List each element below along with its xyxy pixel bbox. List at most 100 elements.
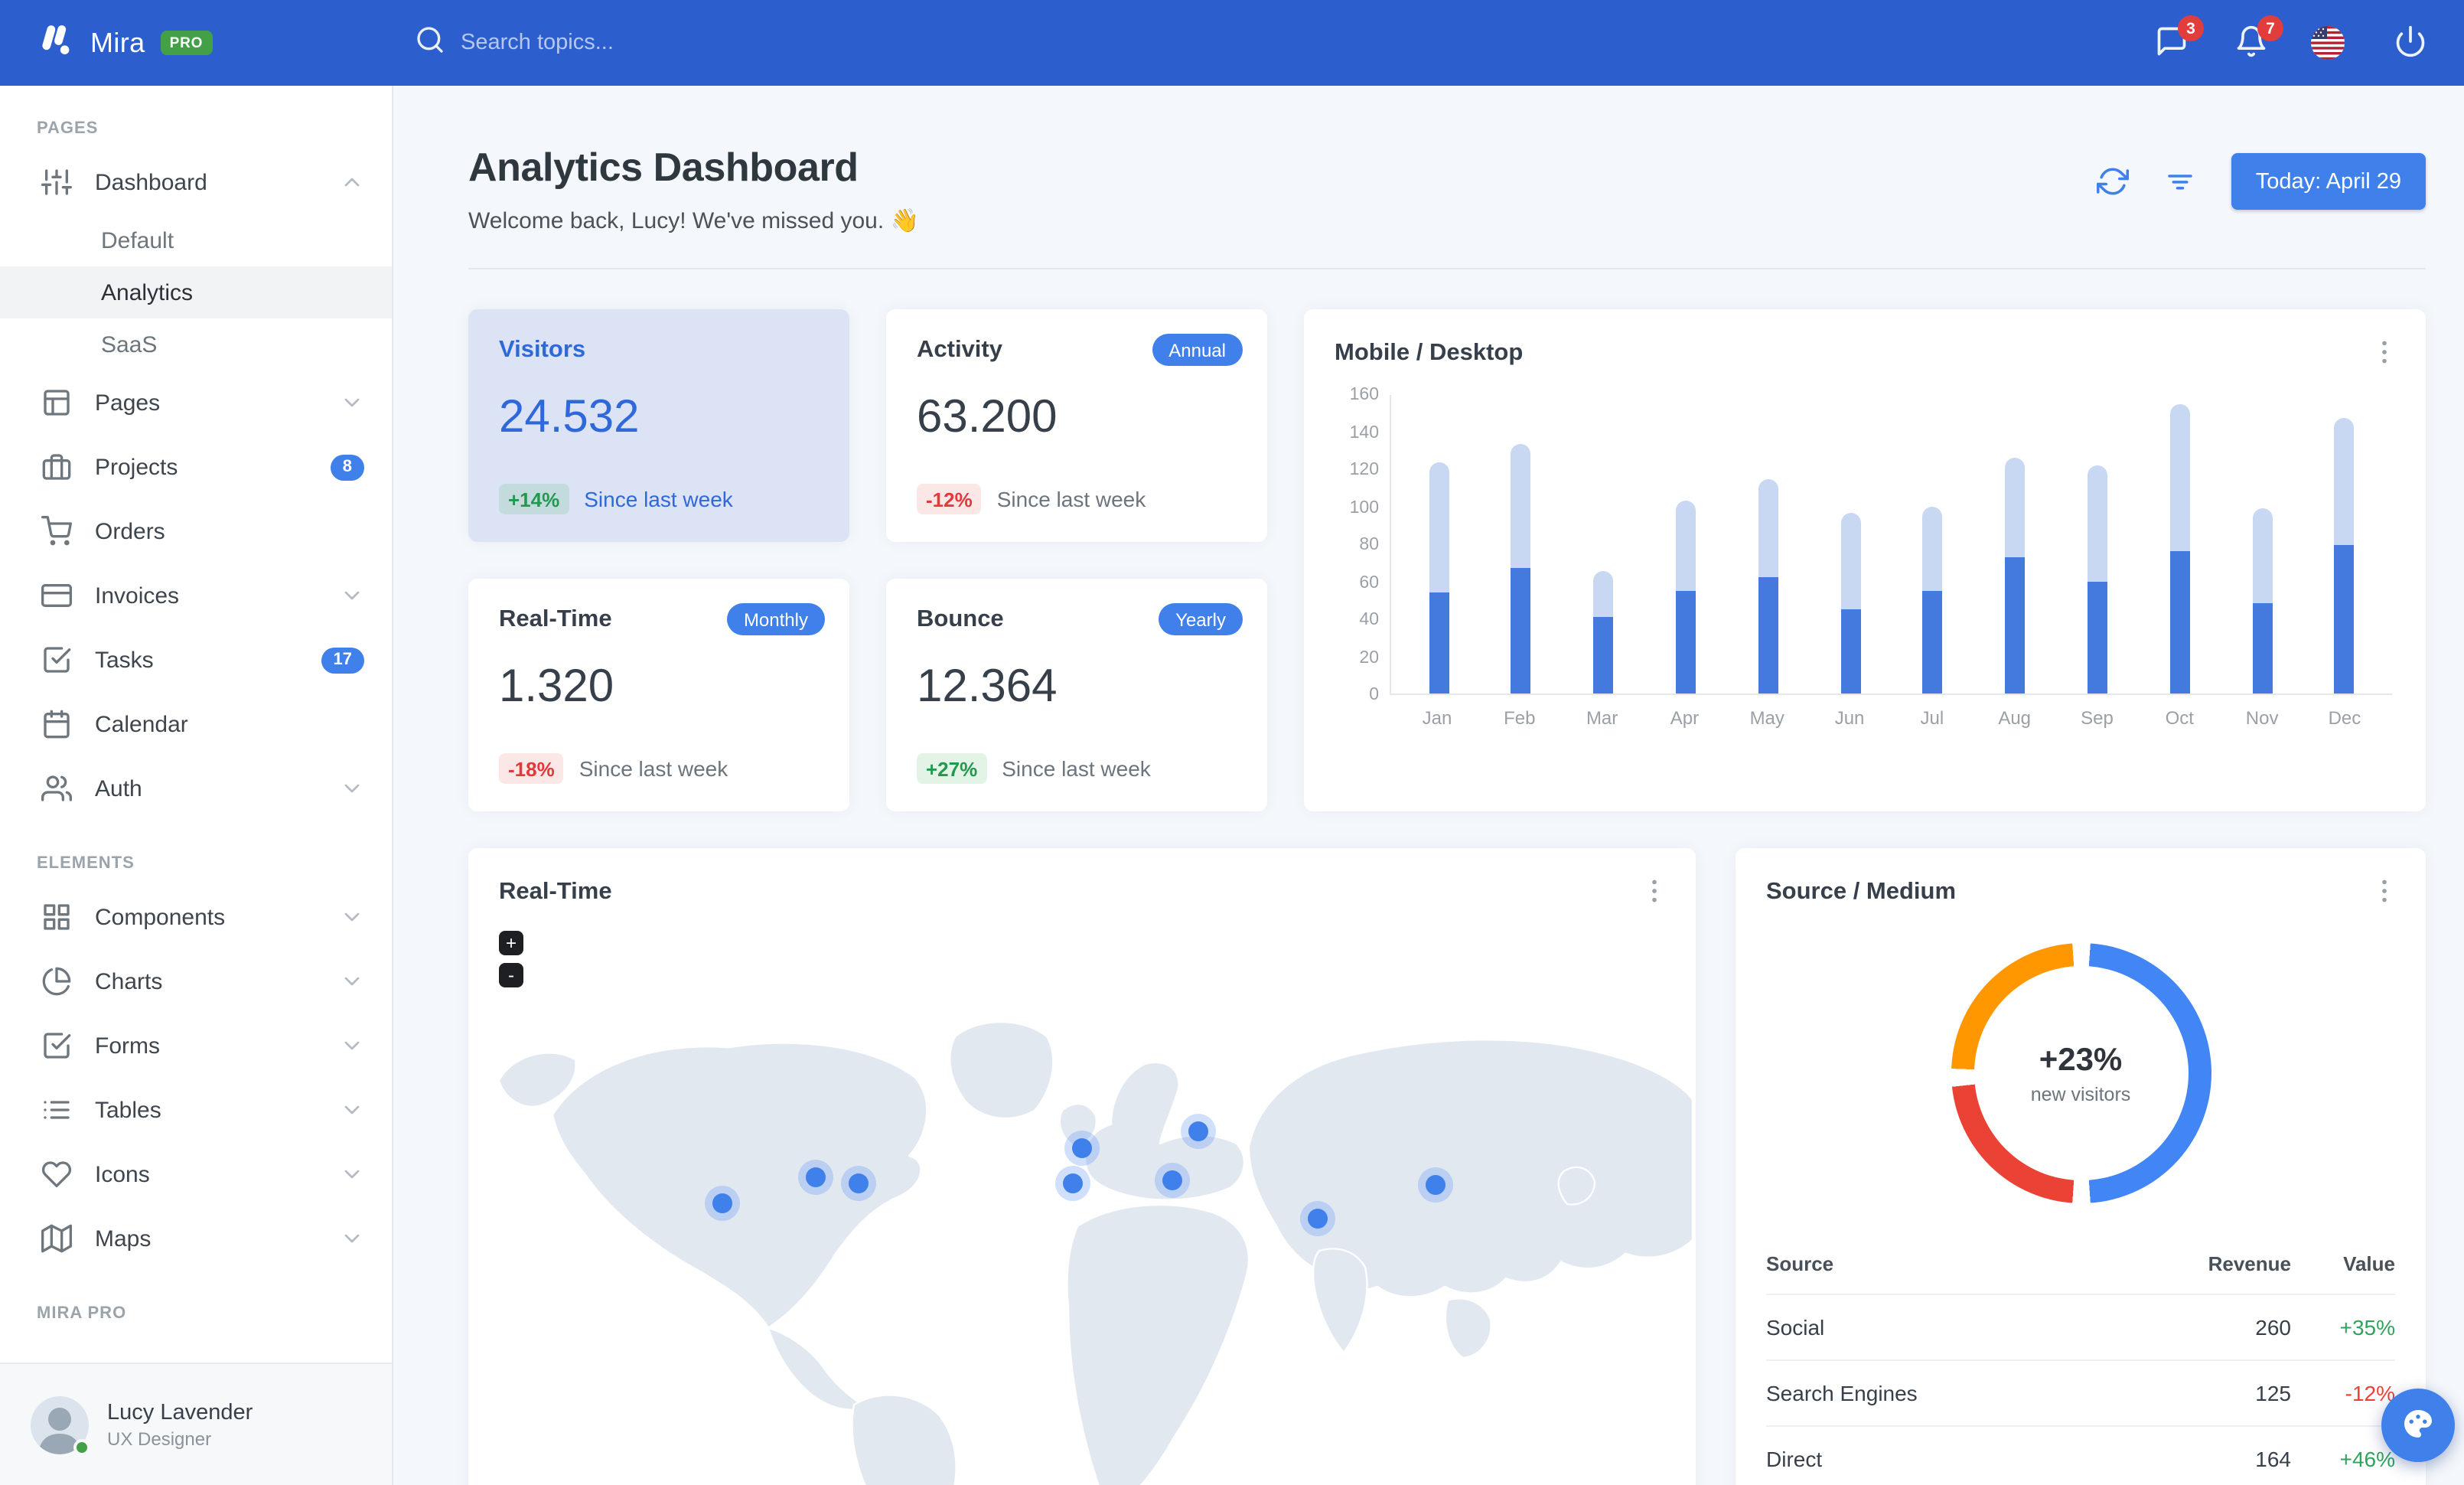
change-chip: -12% bbox=[917, 484, 982, 514]
brand-name: Mira bbox=[90, 27, 145, 57]
change-chip: +27% bbox=[917, 753, 987, 784]
map-icon bbox=[41, 1223, 73, 1254]
map-zoom-out-button[interactable]: - bbox=[499, 963, 523, 987]
map-marker[interactable] bbox=[1425, 1175, 1445, 1196]
map-marker[interactable] bbox=[1188, 1121, 1209, 1141]
sidebar-item-saas[interactable]: SaaS bbox=[0, 318, 392, 370]
theme-settings-fab[interactable] bbox=[2381, 1389, 2455, 1462]
sidebar-item-label: Auth bbox=[95, 775, 142, 801]
x-axis-label: Jun bbox=[1834, 707, 1865, 729]
sidebar-item-default[interactable]: Default bbox=[0, 214, 392, 266]
x-axis-label: May bbox=[1749, 707, 1784, 729]
date-range-button[interactable]: Today: April 29 bbox=[2231, 153, 2426, 210]
chevron-down-icon bbox=[340, 1226, 364, 1251]
bounce-stat-card: Bounce Yearly 12.364 +27% Since last wee… bbox=[886, 579, 1267, 811]
x-axis-label: Sep bbox=[2081, 707, 2114, 729]
bar-sep[interactable] bbox=[2075, 395, 2120, 694]
kebab-icon bbox=[1639, 880, 1670, 911]
notifications-button[interactable]: 7 bbox=[2231, 15, 2283, 63]
y-axis-tick: 160 bbox=[1349, 386, 1379, 404]
source-cell: Search Engines bbox=[1766, 1359, 2146, 1426]
bar-jul[interactable] bbox=[1910, 395, 1956, 694]
more-options-button[interactable] bbox=[2368, 337, 2401, 370]
sidebar-item-projects[interactable]: Projects 8 bbox=[0, 435, 392, 499]
x-axis-label: Apr bbox=[1670, 707, 1700, 729]
column-header-value: Value bbox=[2343, 1252, 2395, 1275]
x-axis-label: Jul bbox=[1920, 707, 1944, 729]
more-options-button[interactable] bbox=[2368, 876, 2401, 909]
filter-icon bbox=[2165, 174, 2197, 201]
period-badge[interactable]: Yearly bbox=[1159, 603, 1243, 635]
header-divider bbox=[468, 268, 2426, 269]
users-icon bbox=[41, 773, 73, 804]
value-cell: +35% bbox=[2291, 1294, 2395, 1360]
bar-aug[interactable] bbox=[1992, 395, 2038, 694]
y-axis-tick: 20 bbox=[1359, 648, 1379, 667]
navbar-search[interactable] bbox=[415, 24, 782, 62]
filter-button[interactable] bbox=[2164, 165, 2198, 198]
sidebar-item-charts[interactable]: Charts bbox=[0, 949, 392, 1013]
mobile-desktop-card: Mobile / Desktop 0 20 40 60 80 100 120 140 160 J… bbox=[1304, 309, 2426, 811]
sidebar-user[interactable]: Lucy Lavender UX Designer bbox=[0, 1363, 392, 1485]
map-marker[interactable] bbox=[849, 1173, 869, 1193]
map-marker[interactable] bbox=[1063, 1173, 1084, 1193]
cart-icon bbox=[41, 516, 73, 547]
revenue-cell: 125 bbox=[2146, 1359, 2291, 1426]
sidebar-item-maps[interactable]: Maps bbox=[0, 1206, 392, 1271]
count-badge: 8 bbox=[330, 454, 364, 480]
list-icon bbox=[41, 1095, 72, 1125]
period-badge[interactable]: Annual bbox=[1152, 334, 1243, 366]
us-flag-icon bbox=[2311, 26, 2351, 60]
map-marker[interactable] bbox=[805, 1167, 826, 1188]
source-table-body: Social 260 +35% Search Engines 125 -12% Direct… bbox=[1766, 1294, 2395, 1485]
sidebar-item-invoices[interactable]: Invoices bbox=[0, 563, 392, 628]
bar-nov[interactable] bbox=[2239, 395, 2285, 694]
sidebar-item-auth[interactable]: Auth bbox=[0, 756, 392, 821]
world-map[interactable]: + - bbox=[468, 915, 1696, 1485]
sidebar-item-forms[interactable]: Forms bbox=[0, 1013, 392, 1078]
chevron-up-icon bbox=[340, 170, 364, 194]
period-badge[interactable]: Monthly bbox=[726, 603, 825, 635]
map-marker[interactable] bbox=[1162, 1170, 1183, 1191]
bar-feb[interactable] bbox=[1498, 395, 1544, 694]
brand[interactable]: Mira PRO bbox=[0, 19, 393, 67]
heart-icon bbox=[41, 1159, 72, 1190]
sign-out-button[interactable] bbox=[2391, 23, 2430, 63]
bar-dec[interactable] bbox=[2322, 395, 2368, 694]
more-options-button[interactable] bbox=[1638, 876, 1671, 909]
bar-jan[interactable] bbox=[1416, 395, 1462, 694]
language-button[interactable] bbox=[2311, 23, 2351, 63]
bar-oct[interactable] bbox=[2157, 395, 2203, 694]
navbar-actions: 3 7 bbox=[2152, 15, 2464, 63]
sidebar-item-tables[interactable]: Tables bbox=[0, 1078, 392, 1142]
map-marker[interactable] bbox=[1072, 1137, 1092, 1158]
sidebar-item-analytics[interactable]: Analytics bbox=[0, 266, 392, 318]
bar-plot: 0 20 40 60 80 100 120 140 160 bbox=[1350, 386, 2392, 704]
search-input[interactable] bbox=[461, 31, 782, 55]
messages-button[interactable]: 3 bbox=[2152, 15, 2204, 63]
online-status-dot bbox=[73, 1438, 90, 1455]
bar-may[interactable] bbox=[1745, 395, 1791, 694]
sidebar-item-components[interactable]: Components bbox=[0, 885, 392, 949]
x-axis-label: Nov bbox=[2245, 707, 2279, 729]
map-zoom-in-button[interactable]: + bbox=[499, 931, 523, 955]
card-title: Mobile / Desktop bbox=[1335, 340, 1524, 366]
sidebar-item-icons[interactable]: Icons bbox=[0, 1142, 392, 1206]
sidebar-item-orders[interactable]: Orders bbox=[0, 499, 392, 563]
grid-icon bbox=[41, 902, 72, 932]
bar-apr[interactable] bbox=[1663, 395, 1709, 694]
refresh-button[interactable] bbox=[2097, 165, 2130, 198]
sidebar-item-dashboard[interactable]: Dashboard bbox=[0, 150, 392, 214]
sidebar-item-tasks[interactable]: Tasks 17 bbox=[0, 628, 392, 692]
sidebar-item-calendar[interactable]: Calendar bbox=[0, 692, 392, 756]
sidebar-item-pages[interactable]: Pages bbox=[0, 370, 392, 435]
chevron-down-icon bbox=[340, 1098, 364, 1122]
calendar-icon bbox=[41, 709, 72, 739]
donut-center-value: +23% bbox=[2039, 1042, 2123, 1077]
stat-note: Since last week bbox=[579, 756, 728, 781]
bar-jun[interactable] bbox=[1827, 395, 1873, 694]
map-marker[interactable] bbox=[1307, 1208, 1328, 1229]
layout-icon bbox=[41, 387, 72, 418]
bar-mar[interactable] bbox=[1580, 395, 1626, 694]
map-marker[interactable] bbox=[712, 1193, 732, 1213]
